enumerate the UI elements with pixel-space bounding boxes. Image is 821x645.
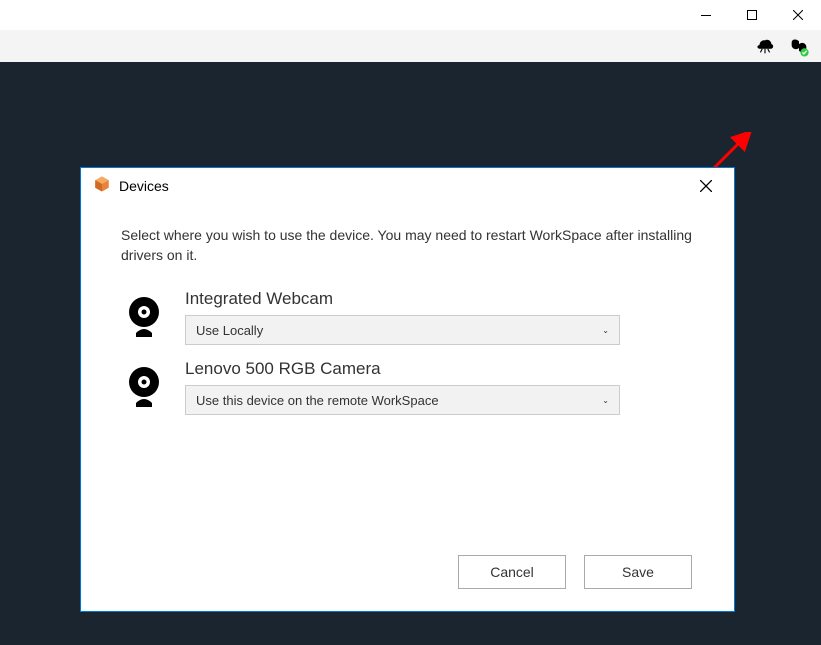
devices-icon (93, 175, 111, 198)
window-titlebar (0, 0, 821, 30)
toolbar (0, 30, 821, 62)
instruction-text: Select where you wish to use the device.… (121, 226, 698, 265)
connection-status-icon[interactable] (787, 34, 811, 58)
device-usage-dropdown[interactable]: Use this device on the remote WorkSpace … (185, 385, 620, 415)
window-close-button[interactable] (775, 0, 821, 30)
dialog-close-button[interactable] (690, 170, 722, 202)
device-name: Lenovo 500 RGB Camera (185, 359, 698, 379)
chevron-down-icon: ⌄ (602, 396, 609, 405)
dialog-title: Devices (119, 178, 169, 194)
maximize-button[interactable] (729, 0, 775, 30)
device-row: Lenovo 500 RGB Camera Use this device on… (121, 359, 698, 415)
dropdown-value: Use Locally (196, 323, 263, 338)
dialog-header: Devices (81, 168, 734, 204)
workspace-area: Devices Select where you wish to use the… (0, 62, 821, 645)
webcam-icon (121, 289, 167, 339)
minimize-button[interactable] (683, 0, 729, 30)
dropdown-value: Use this device on the remote WorkSpace (196, 393, 439, 408)
devices-dialog: Devices Select where you wish to use the… (80, 167, 735, 612)
dialog-body: Select where you wish to use the device.… (81, 204, 734, 533)
device-row: Integrated Webcam Use Locally ⌄ (121, 289, 698, 345)
cancel-button[interactable]: Cancel (458, 555, 566, 589)
device-usage-dropdown[interactable]: Use Locally ⌄ (185, 315, 620, 345)
devices-toolbar-icon[interactable] (753, 34, 777, 58)
save-button[interactable]: Save (584, 555, 692, 589)
device-name: Integrated Webcam (185, 289, 698, 309)
webcam-icon (121, 359, 167, 409)
dialog-footer: Cancel Save (81, 533, 734, 611)
chevron-down-icon: ⌄ (602, 326, 609, 335)
